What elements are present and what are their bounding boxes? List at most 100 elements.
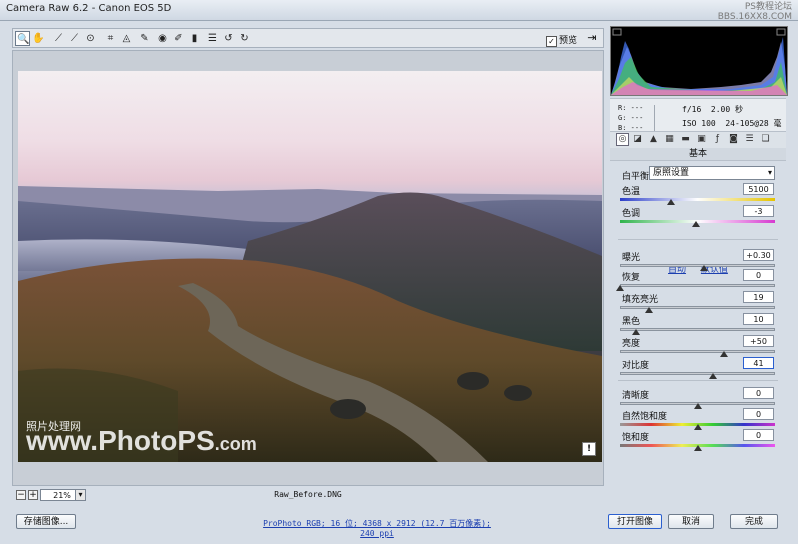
clarity-slider-thumb[interactable] [693, 403, 702, 409]
blacks-label: 黑色 [622, 317, 641, 327]
straighten-tool[interactable]: ◬ [119, 31, 134, 46]
targeted-adjustment-tool-icon: ⊙ [86, 33, 95, 44]
fill-light-value-field[interactable]: 19 [743, 291, 774, 303]
clarity-value-field[interactable]: 0 [743, 387, 774, 399]
highlight-warning-icon[interactable]: ! [582, 442, 596, 456]
shutter-speed: 2.00 秒 [710, 105, 743, 114]
white-balance-tool[interactable]: ⟋ [51, 31, 66, 46]
footer-bar: 存储图像... ProPhoto RGB; 16 位; 4368 x 2912 … [0, 506, 798, 544]
zoom-tool[interactable]: 🔍 [15, 31, 30, 46]
preview-check-icon[interactable]: ✓ [545, 36, 557, 47]
crop-tool-icon: ⌗ [107, 33, 114, 44]
preview-image[interactable]: 照片处理网 www.PhotoPS.com ! [18, 71, 602, 462]
temperature-slider-track[interactable] [620, 198, 775, 201]
tint-label: 色调 [622, 209, 641, 219]
fill-light-slider-track[interactable] [620, 306, 775, 309]
panel-tabs: ◎ ◪ ▲ ▦ ▬ ▣ ƒ ◙ ☰ ❑ [610, 131, 786, 149]
save-image-button[interactable]: 存储图像... [16, 514, 76, 529]
histogram-graph [611, 28, 787, 95]
window-title: Camera Raw 6.2 - Canon EOS 5D [6, 3, 172, 14]
fullscreen-toggle-icon[interactable]: ⇥ [585, 31, 599, 45]
recovery-slider-thumb[interactable] [616, 285, 624, 291]
tab-snapshots-icon[interactable]: ❑ [760, 134, 771, 145]
image-canvas: 照片处理网 www.PhotoPS.com ! [12, 50, 604, 486]
white-balance-value: 原照设置 [653, 168, 690, 178]
blacks-slider-thumb[interactable] [631, 329, 640, 335]
tab-tone-curve-icon[interactable]: ◪ [632, 134, 643, 145]
white-balance-tool-icon: ⟋ [55, 33, 62, 44]
exposure-value-field[interactable]: +0.30 [743, 249, 774, 261]
blacks-value-field[interactable]: 10 [743, 313, 774, 325]
tab-split-toning-icon[interactable]: ▬ [680, 134, 691, 145]
rotate-right-tool[interactable]: ↻ [237, 31, 252, 46]
watermark-main: www.PhotoPS [26, 425, 215, 456]
contrast-slider-track[interactable] [620, 372, 775, 375]
contrast-slider-thumb[interactable] [709, 373, 717, 379]
watermark-suffix: .com [214, 434, 257, 454]
exposure-slider-thumb[interactable] [699, 265, 708, 271]
tab-detail-icon[interactable]: ▲ [648, 134, 659, 145]
straighten-tool-icon: ◬ [122, 33, 131, 44]
hand-tool[interactable]: ✋ [31, 31, 46, 46]
tab-basic-icon[interactable]: ◎ [616, 133, 629, 146]
tab-presets-icon[interactable]: ☰ [744, 134, 755, 145]
exposure-label: 曝光 [622, 253, 641, 263]
tab-lens-corrections-icon[interactable]: ▣ [696, 134, 707, 145]
site-watermark: PS教程论坛 BBS.16XX8.COM [718, 2, 792, 22]
rgb-values: R: --- G: --- B: --- [618, 103, 643, 133]
graduated-filter-tool-icon: ▮ [191, 33, 198, 44]
temperature-value-field[interactable]: 5100 [743, 183, 774, 195]
clarity-label: 清晰度 [622, 391, 650, 401]
cancel-button[interactable]: 取消 [668, 514, 714, 529]
chevron-down-icon: ▾ [767, 168, 772, 177]
preview-checkbox[interactable]: ✓ 预览 [545, 33, 577, 47]
rotate-left-tool-icon: ↺ [224, 33, 233, 44]
title-bar: Camera Raw 6.2 - Canon EOS 5D PS教程论坛 BBS… [0, 0, 798, 22]
color-sampler-tool[interactable]: ⟋ [67, 31, 82, 46]
saturation-value-field[interactable]: 0 [743, 429, 774, 441]
vibrance-value-field[interactable]: 0 [743, 408, 774, 420]
exposure-slider-track[interactable] [620, 264, 775, 267]
color-sampler-tool-icon: ⟋ [71, 33, 78, 44]
recovery-label: 恢复 [622, 273, 641, 283]
brightness-value-field[interactable]: +50 [743, 335, 774, 347]
fill-light-label: 填充亮光 [622, 295, 659, 305]
histogram [610, 26, 788, 96]
group-divider [618, 380, 778, 381]
spot-removal-tool[interactable]: ✎ [137, 31, 152, 46]
section-title: 基本 [610, 148, 786, 161]
recovery-value-field[interactable]: 0 [743, 269, 774, 281]
saturation-slider-thumb[interactable] [693, 445, 702, 451]
site-watermark-line1: PS教程论坛 [744, 2, 792, 12]
brightness-slider-track[interactable] [620, 350, 775, 353]
open-image-button[interactable]: 打开图像 [608, 514, 662, 529]
rotate-left-tool[interactable]: ↺ [221, 31, 236, 46]
targeted-adjustment-tool[interactable]: ⊙ [83, 31, 98, 46]
brightness-slider-thumb[interactable] [719, 351, 728, 357]
contrast-label: 对比度 [622, 361, 650, 371]
done-button[interactable]: 完成 [730, 514, 778, 529]
fill-light-slider-thumb[interactable] [645, 307, 654, 313]
adjustment-brush-tool[interactable]: ✐ [171, 31, 186, 46]
tint-value-field[interactable]: -3 [743, 205, 774, 217]
tab-hsl-icon[interactable]: ▦ [664, 134, 675, 145]
crop-tool[interactable]: ⌗ [103, 31, 118, 46]
contrast-value-field[interactable]: 41 [743, 357, 774, 369]
vibrance-label: 自然饱和度 [622, 412, 668, 422]
graduated-filter-tool[interactable]: ▮ [187, 31, 202, 46]
tab-effects-icon[interactable]: ƒ [712, 134, 723, 145]
red-eye-tool[interactable]: ◉ [155, 31, 170, 46]
iso: ISO 100 [682, 119, 716, 128]
vibrance-slider-thumb[interactable] [693, 424, 702, 430]
recovery-slider-track[interactable] [620, 284, 775, 287]
blacks-slider-track[interactable] [620, 328, 775, 331]
tab-camera-calibration-icon[interactable]: ◙ [728, 134, 739, 145]
white-balance-select[interactable]: 原照设置 ▾ [649, 166, 775, 180]
preferences-tool[interactable]: ☰ [205, 31, 220, 46]
aperture: f/16 [682, 105, 702, 114]
temperature-slider-thumb[interactable] [667, 199, 676, 205]
landscape-illustration [18, 186, 602, 462]
adjustment-panel: R: --- G: --- B: --- f/16 2.00 秒 ISO 100… [608, 24, 790, 506]
workflow-options-link[interactable]: ProPhoto RGB; 16 位; 4368 x 2912 (12.7 百万… [262, 518, 492, 538]
tint-slider-thumb[interactable] [691, 221, 700, 227]
